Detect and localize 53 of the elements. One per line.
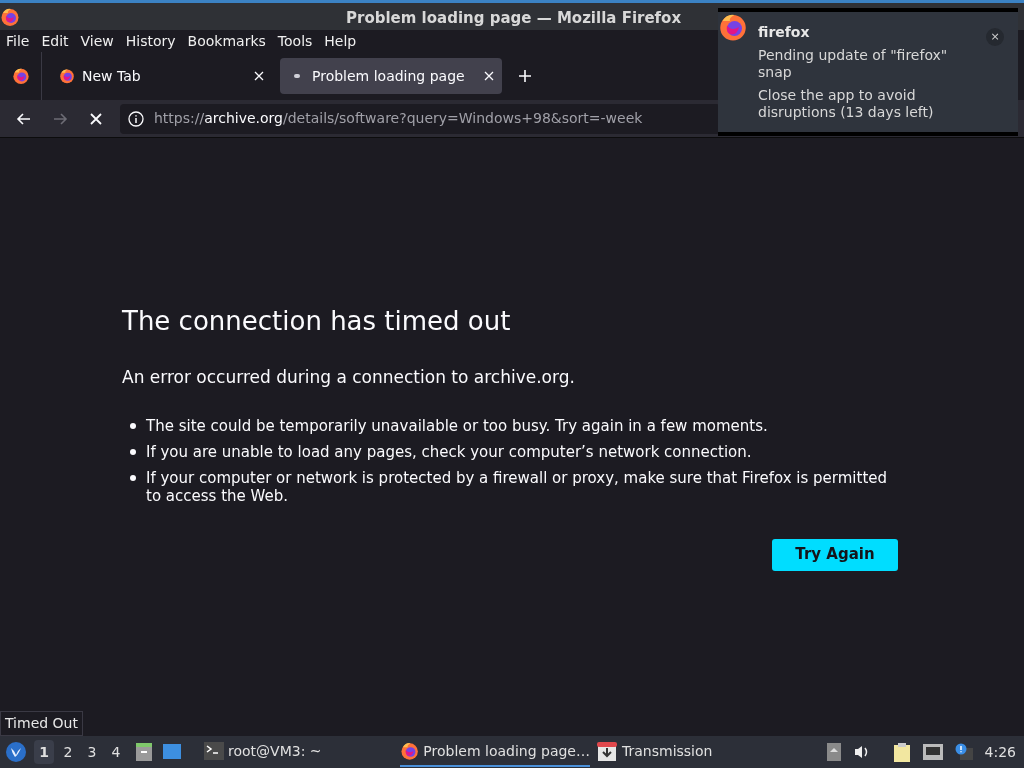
file-manager-icon[interactable]: [134, 742, 154, 762]
clipboard-icon[interactable]: [892, 742, 911, 762]
error-tip: If you are unable to load any pages, check your computer’s network connection.: [146, 442, 752, 461]
browser-tab[interactable]: Problem loading page: [280, 58, 502, 94]
workspace-button[interactable]: 4: [106, 740, 126, 764]
clock: 4:26: [984, 742, 1016, 762]
transmission-icon: [596, 740, 618, 762]
stop-icon: [89, 111, 103, 126]
close-icon[interactable]: [484, 71, 494, 81]
taskbar-button[interactable]: root@VM3: ~: [204, 737, 384, 767]
notification-icon[interactable]: [954, 743, 973, 761]
menu-item[interactable]: Edit: [41, 30, 69, 52]
start-menu-icon[interactable]: [6, 742, 26, 762]
error-tip: If your computer or network is protected by a firewall or proxy, make sure that Firefox is permitted to access the Web.: [146, 468, 889, 505]
error-description: An error occurred during a connection to archive.org.: [122, 366, 576, 389]
bullet-icon: [130, 448, 136, 455]
error-tip: The site could be temporarily unavailable or too busy. Try again in a few moments.: [146, 416, 768, 435]
notification-detail: Close the app to avoid disruptions (13 days left): [758, 87, 935, 121]
address-bar[interactable]: https://archive.org/details/software?query=Windows+98&sort=-week: [120, 103, 720, 134]
notification-title: firefox: [758, 23, 811, 42]
status-tooltip: Timed Out: [0, 711, 83, 736]
taskbar-button[interactable]: Problem loading page…: [400, 737, 590, 767]
right-arrow-icon: [52, 110, 68, 127]
close-icon[interactable]: [254, 71, 264, 81]
error-heading: The connection has timed out: [122, 305, 512, 338]
bullet-icon: [130, 474, 136, 481]
firefox-icon: [718, 12, 748, 42]
desktop-icon[interactable]: [162, 743, 182, 761]
terminal-icon: [204, 742, 224, 760]
plus-icon: [518, 69, 532, 83]
menu-item[interactable]: Help: [324, 30, 357, 52]
taskbar-button[interactable]: Transmission: [596, 737, 746, 767]
notification-message: Pending update of "firefox" snap: [758, 47, 949, 81]
firefox-icon: [0, 6, 20, 27]
menu-item[interactable]: Tools: [277, 30, 313, 52]
workspace-button[interactable]: 3: [82, 740, 102, 764]
firefox-icon: [400, 740, 420, 762]
window-title: Problem loading page — Mozilla Firefox: [346, 8, 682, 29]
browser-tab[interactable]: New Tab: [50, 58, 272, 94]
menu-item[interactable]: Bookmarks: [187, 30, 266, 52]
url-text: https://archive.org/details/software?query=Windows+98&sort=-week: [154, 109, 643, 128]
menu-item[interactable]: History: [125, 30, 176, 52]
close-button[interactable]: ×: [986, 28, 1004, 46]
bullet-icon: [130, 422, 136, 429]
menu-item[interactable]: File: [6, 30, 30, 52]
network-icon[interactable]: [922, 744, 943, 760]
menu-item[interactable]: View: [80, 30, 114, 52]
try-again-button[interactable]: Try Again: [772, 538, 898, 571]
workspace-button[interactable]: 1: [34, 740, 54, 764]
firefox-view-icon: [11, 67, 30, 85]
left-arrow-icon: [16, 110, 32, 127]
info-icon[interactable]: [128, 110, 144, 127]
workspace-button[interactable]: 2: [58, 740, 78, 764]
